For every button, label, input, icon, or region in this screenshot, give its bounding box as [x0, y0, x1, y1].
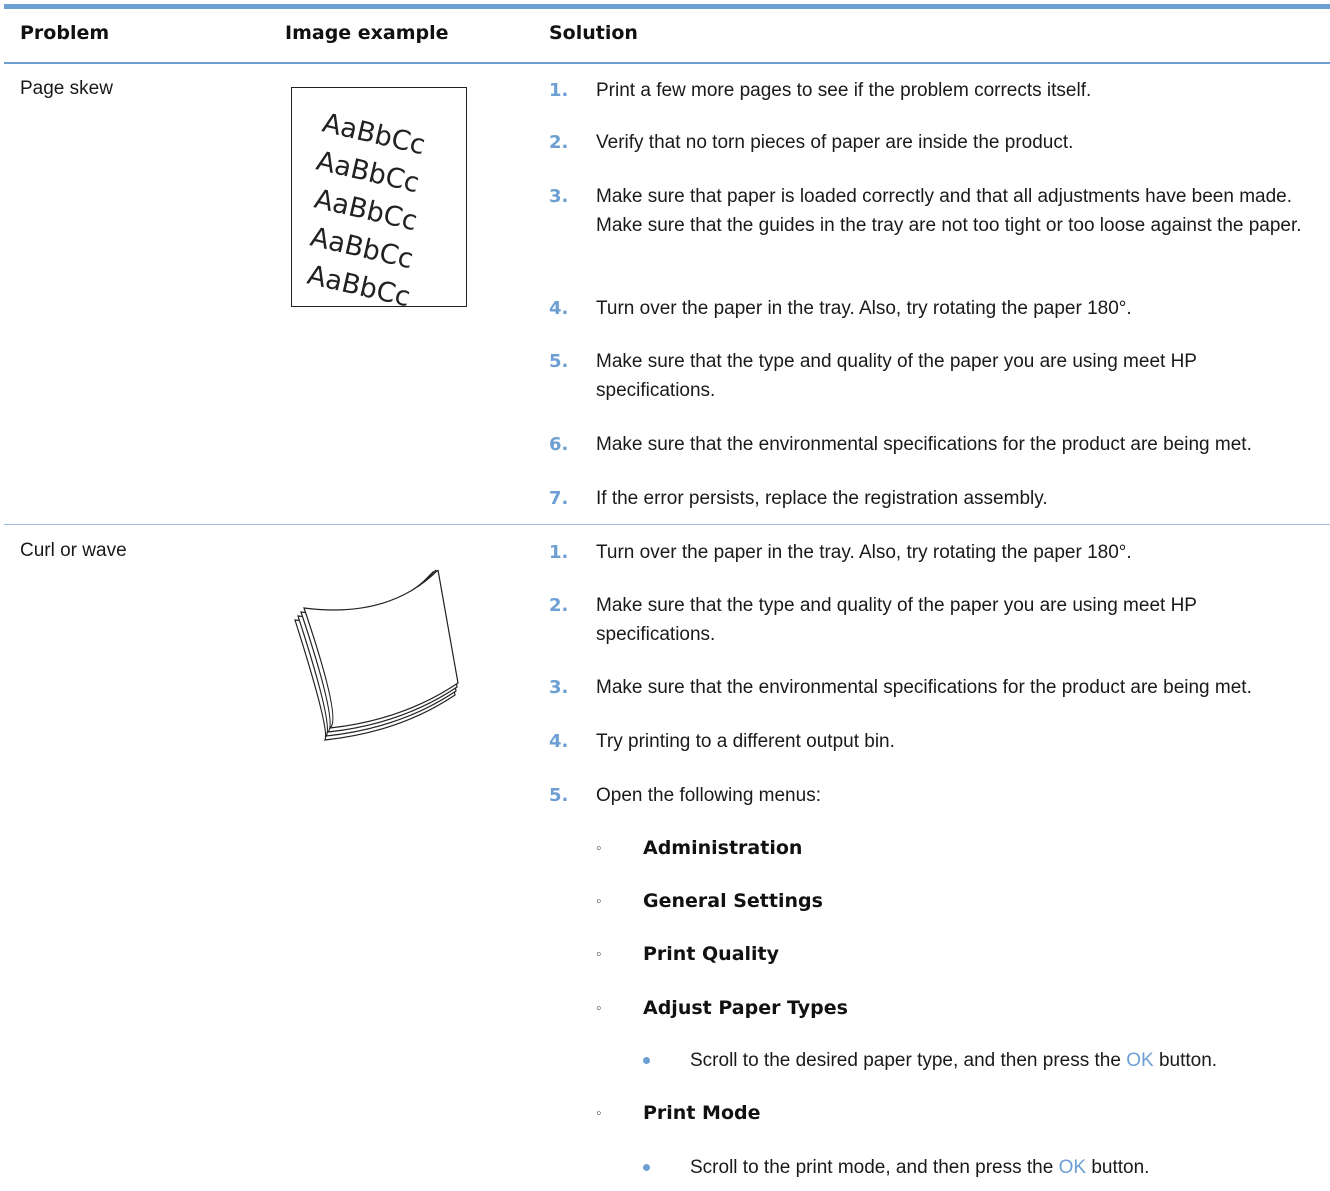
list-item: 3. Make sure that the environmental speci… — [549, 677, 1252, 698]
menu-item-print-quality: ◦ Print Quality — [596, 943, 780, 965]
list-item: 1. Turn over the paper in the tray. Also,… — [549, 542, 1132, 563]
list-item: Scroll to the desired paper type, and th… — [643, 1046, 1217, 1075]
bullet-icon — [643, 1057, 650, 1064]
list-item: Scroll to the print mode, and then press… — [643, 1153, 1149, 1182]
table-top-rule — [4, 4, 1330, 9]
curled-paper-figure — [294, 570, 459, 741]
ok-button-ref: OK — [1058, 1157, 1087, 1178]
problem-page-skew: Page skew — [20, 78, 113, 99]
skewed-text-figure: AaBbCc AaBbCc AaBbCc AaBbCc AaBbCc — [291, 87, 467, 308]
list-item: 3. Make sure that paper is loaded correct… — [549, 186, 1302, 236]
header-rule — [4, 62, 1330, 64]
menu-item-print-mode: ◦ Print Mode — [596, 1102, 761, 1124]
menu-item-administration: ◦ Administration — [596, 837, 803, 859]
list-item: 6. Make sure that the environmental speci… — [549, 434, 1252, 455]
list-item: 5. Open the following menus: — [549, 785, 821, 806]
column-header-solution: Solution — [549, 22, 638, 44]
list-item: 5. Make sure that the type and quality of… — [549, 351, 1197, 401]
row-divider — [4, 524, 1330, 525]
menu-item-general-settings: ◦ General Settings — [596, 890, 823, 912]
bullet-icon — [643, 1164, 650, 1171]
column-header-image-example: Image example — [285, 22, 449, 44]
list-item: 2. Verify that no torn pieces of paper ar… — [549, 132, 1074, 153]
column-header-problem: Problem — [20, 22, 110, 44]
problem-curl-or-wave: Curl or wave — [20, 540, 127, 561]
list-item: 2. Make sure that the type and quality of… — [549, 595, 1197, 645]
menu-item-adjust-paper-types: ◦ Adjust Paper Types — [596, 997, 848, 1019]
list-item: 7. If the error persists, replace the reg… — [549, 488, 1048, 509]
ok-button-ref: OK — [1126, 1050, 1154, 1071]
list-item: 4. Try printing to a different output bin… — [549, 731, 895, 752]
list-item: 4. Turn over the paper in the tray. Also,… — [549, 298, 1132, 319]
list-item: 1. Print a few more pages to see if the p… — [549, 80, 1092, 101]
